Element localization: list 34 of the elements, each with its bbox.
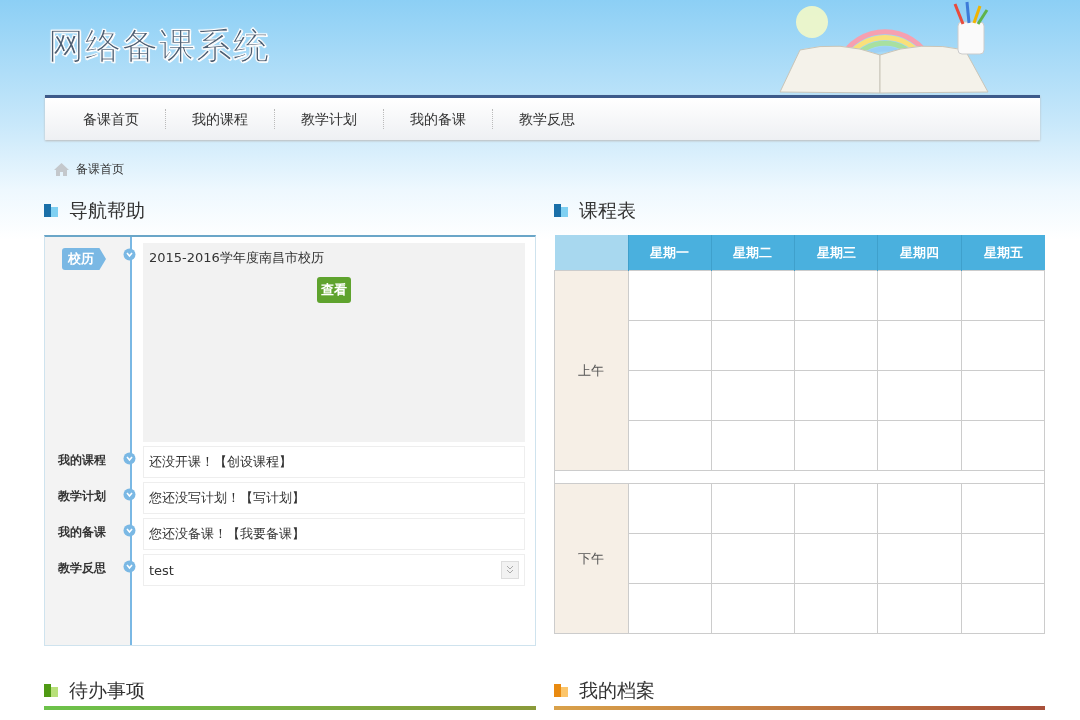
period-label: 上午	[554, 270, 628, 471]
item-label: 教学计划	[58, 488, 106, 505]
section-title: 导航帮助	[69, 197, 145, 223]
nav-link[interactable]: 教学计划	[274, 109, 383, 129]
select-field[interactable]: test	[143, 554, 525, 586]
section-title: 待办事项	[69, 677, 145, 703]
weekday-header: 星期三	[794, 235, 878, 271]
section-icon	[554, 204, 568, 217]
weekday-header: 星期二	[711, 235, 795, 271]
status-text: 还没开课！【创设课程】	[143, 446, 525, 478]
nav-link[interactable]: 备课首页	[57, 109, 165, 129]
calendar-title: 2015-2016学年度南昌市校历	[149, 249, 325, 267]
chevron-down-icon	[501, 561, 519, 579]
section-icon	[554, 684, 568, 697]
home-icon	[54, 163, 69, 176]
section-icon	[44, 684, 58, 697]
section-icon	[44, 204, 58, 217]
status-text: 您还没备课！【我要备课】	[143, 518, 525, 550]
item-label: 教学反思	[58, 560, 106, 577]
site-logo: 网络备课系统	[48, 24, 270, 68]
nav-link[interactable]: 我的课程	[165, 109, 274, 129]
calendar-tag: 校历	[62, 248, 106, 270]
breadcrumb-text: 备课首页	[76, 161, 124, 178]
period-label: 下午	[554, 483, 628, 634]
nav-link[interactable]: 我的备课	[383, 109, 492, 129]
section-title: 我的档案	[579, 677, 655, 703]
item-label: 我的备课	[58, 524, 106, 541]
weekday-header: 星期一	[628, 235, 712, 271]
status-text: 您还没写计划！【写计划】	[143, 482, 525, 514]
section-title: 课程表	[579, 197, 636, 223]
nav-link[interactable]: 教学反思	[492, 109, 601, 129]
weekday-header: 星期四	[877, 235, 962, 271]
item-label: 我的课程	[58, 452, 106, 469]
weekday-header: 星期五	[961, 235, 1045, 271]
